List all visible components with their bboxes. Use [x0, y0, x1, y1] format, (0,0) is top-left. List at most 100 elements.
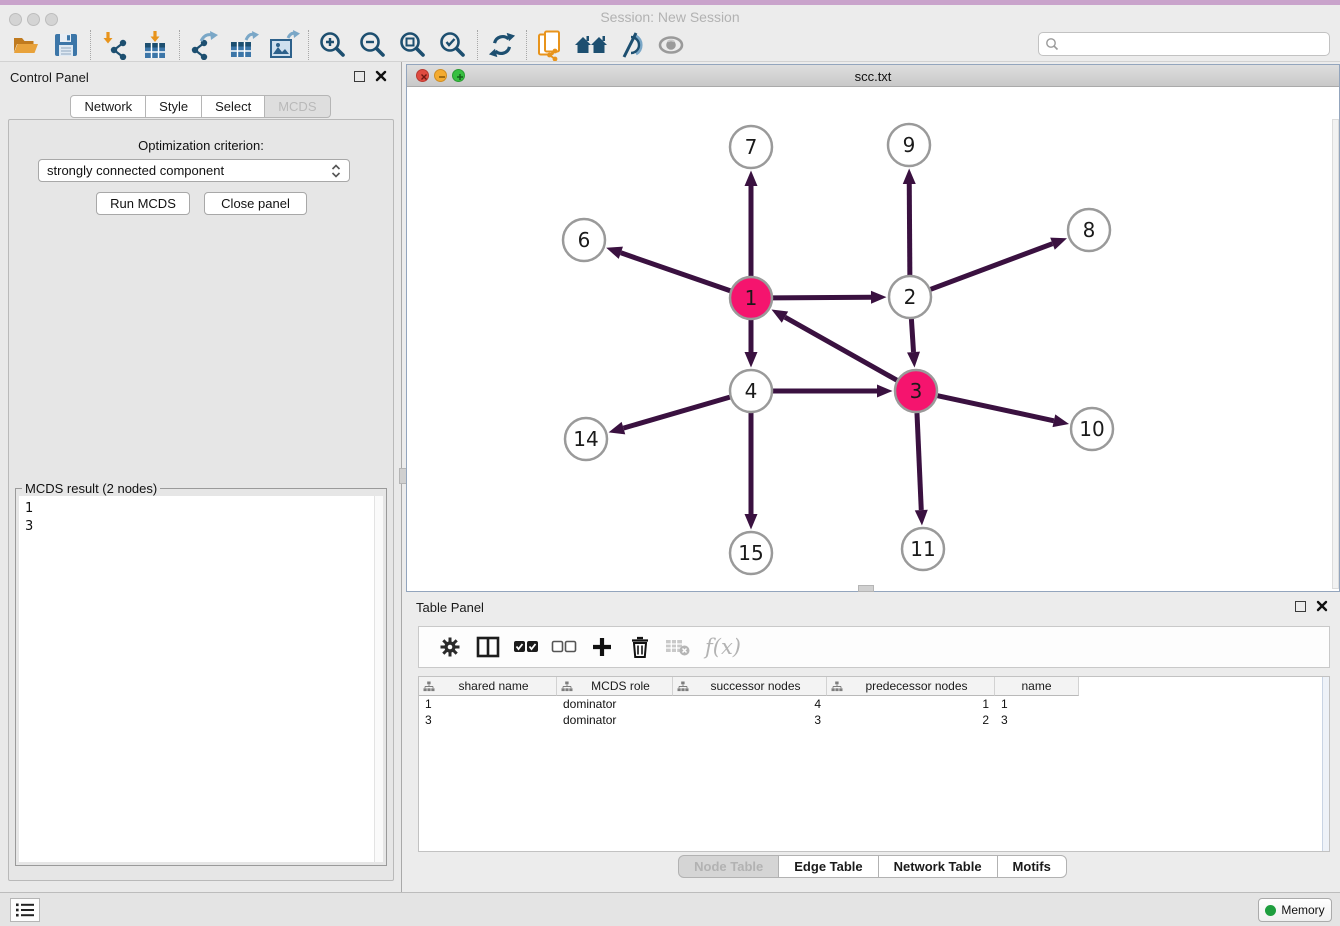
annotations-button[interactable] — [611, 29, 651, 61]
delete-column-button[interactable] — [621, 629, 659, 665]
zoom-fit-icon — [399, 31, 427, 59]
table-row[interactable]: 3 dominator 3 2 3 — [419, 712, 1329, 728]
cell-mcds-role[interactable]: dominator — [557, 696, 673, 712]
clone-network-button[interactable] — [531, 29, 571, 61]
home-button[interactable] — [571, 29, 611, 61]
close-panel-button[interactable]: Close panel — [204, 192, 307, 215]
column-header-mcds-role[interactable]: MCDS role — [557, 677, 673, 696]
select-stepper-icon — [331, 164, 341, 178]
cell-successor-nodes[interactable]: 4 — [673, 696, 827, 712]
mcds-result-text[interactable]: 1 3 — [19, 496, 383, 862]
graph-edge-3-1[interactable] — [785, 317, 897, 380]
column-header-shared-name[interactable]: shared name — [419, 677, 557, 696]
tab-select[interactable]: Select — [201, 95, 265, 118]
memory-status-dot — [1265, 905, 1276, 916]
zoom-selected-button[interactable] — [433, 29, 473, 61]
trash-icon — [629, 635, 651, 659]
cell-successor-nodes[interactable]: 3 — [673, 712, 827, 728]
import-table-button[interactable] — [135, 29, 175, 61]
memory-button[interactable]: Memory — [1258, 898, 1332, 922]
export-table-button[interactable] — [224, 29, 264, 61]
function-builder-button[interactable]: f(x) — [705, 635, 741, 659]
cell-name[interactable]: 3 — [995, 712, 1079, 728]
control-panel-tabs: Network Style Select MCDS — [0, 95, 402, 118]
network-vscrollbar[interactable] — [1332, 119, 1339, 589]
close-table-panel-icon[interactable] — [1316, 600, 1328, 612]
cell-shared-name[interactable]: 1 — [419, 696, 557, 712]
import-network-button[interactable] — [95, 29, 135, 61]
network-view-window: scc.txt 7968124314101511 — [406, 64, 1340, 592]
zoom-out-icon — [359, 31, 387, 59]
graph-node-label-6: 6 — [578, 228, 591, 252]
zoom-in-button[interactable] — [313, 29, 353, 61]
graph-edge-3-11[interactable] — [917, 413, 921, 510]
tree-icon — [423, 681, 435, 692]
graph-edge-3-10[interactable] — [938, 396, 1054, 421]
cell-shared-name[interactable]: 3 — [419, 712, 557, 728]
graph-edge-4-14[interactable] — [623, 397, 729, 428]
tree-icon — [561, 681, 573, 692]
search-input[interactable] — [1063, 37, 1329, 51]
table-panel-title: Table Panel — [416, 600, 484, 615]
select-all-columns-button[interactable] — [507, 629, 545, 665]
mcds-result-box: MCDS result (2 nodes) 1 3 — [15, 488, 387, 866]
save-session-button[interactable] — [46, 29, 86, 61]
column-header-name[interactable]: name — [995, 677, 1079, 696]
tab-motifs[interactable]: Motifs — [997, 855, 1067, 878]
tab-mcds[interactable]: MCDS — [264, 95, 330, 118]
zoom-in-icon — [319, 31, 347, 59]
graph-node-label-3: 3 — [910, 379, 923, 403]
table-vscrollbar[interactable] — [1322, 677, 1329, 851]
search-box[interactable] — [1038, 32, 1330, 56]
column-header-predecessor-nodes[interactable]: predecessor nodes — [827, 677, 995, 696]
graph-edge-2-8[interactable] — [931, 244, 1053, 290]
export-network-button[interactable] — [184, 29, 224, 61]
tab-edge-table[interactable]: Edge Table — [778, 855, 878, 878]
save-icon — [53, 32, 79, 58]
network-window-titlebar[interactable]: scc.txt — [407, 65, 1339, 87]
graph-edge-2-9[interactable] — [909, 184, 910, 275]
result-scrollbar[interactable] — [374, 496, 383, 862]
table-row[interactable]: 1 dominator 4 1 1 — [419, 696, 1329, 712]
table-settings-button[interactable] — [431, 629, 469, 665]
cell-predecessor-nodes[interactable]: 1 — [827, 696, 995, 712]
close-panel-icon[interactable] — [375, 70, 387, 82]
open-session-button[interactable] — [6, 29, 46, 61]
float-table-panel-button[interactable] — [1295, 601, 1306, 612]
tree-icon — [677, 681, 689, 692]
cell-predecessor-nodes[interactable]: 2 — [827, 712, 995, 728]
select-all-icon — [513, 640, 539, 654]
split-table-button[interactable] — [469, 629, 507, 665]
create-column-button[interactable] — [583, 629, 621, 665]
cell-name[interactable]: 1 — [995, 696, 1079, 712]
plus-icon — [591, 636, 613, 658]
network-canvas[interactable]: 7968124314101511 — [407, 87, 1339, 591]
control-panel-title: Control Panel — [10, 70, 89, 85]
graph-edge-2-3[interactable] — [911, 319, 913, 352]
cell-mcds-role[interactable]: dominator — [557, 712, 673, 728]
tab-network-table[interactable]: Network Table — [878, 855, 998, 878]
network-graph: 7968124314101511 — [407, 87, 1339, 591]
column-header-successor-nodes[interactable]: successor nodes — [673, 677, 827, 696]
task-history-button[interactable] — [10, 898, 40, 922]
tab-network[interactable]: Network — [70, 95, 146, 118]
tab-node-table[interactable]: Node Table — [678, 855, 779, 878]
horizontal-splitter-handle[interactable] — [858, 585, 874, 592]
criterion-select[interactable]: strongly connected component — [38, 159, 350, 182]
deselect-all-columns-button[interactable] — [545, 629, 583, 665]
node-table: shared name MCDS role successor nodes pr… — [418, 676, 1330, 852]
graph-edge-1-2[interactable] — [773, 297, 871, 298]
tab-style[interactable]: Style — [145, 95, 202, 118]
eye-button[interactable] — [651, 29, 691, 61]
float-panel-button[interactable] — [354, 71, 365, 82]
graph-edge-1-6[interactable] — [621, 253, 730, 291]
delete-table-icon — [665, 637, 691, 657]
table-tabs: Node Table Edge Table Network Table Moti… — [406, 855, 1340, 878]
refresh-button[interactable] — [482, 29, 522, 61]
zoom-out-button[interactable] — [353, 29, 393, 61]
zoom-fit-button[interactable] — [393, 29, 433, 61]
export-image-button[interactable] — [264, 29, 304, 61]
export-image-icon — [268, 30, 300, 60]
delete-table-button[interactable] — [659, 629, 697, 665]
run-mcds-button[interactable]: Run MCDS — [96, 192, 190, 215]
